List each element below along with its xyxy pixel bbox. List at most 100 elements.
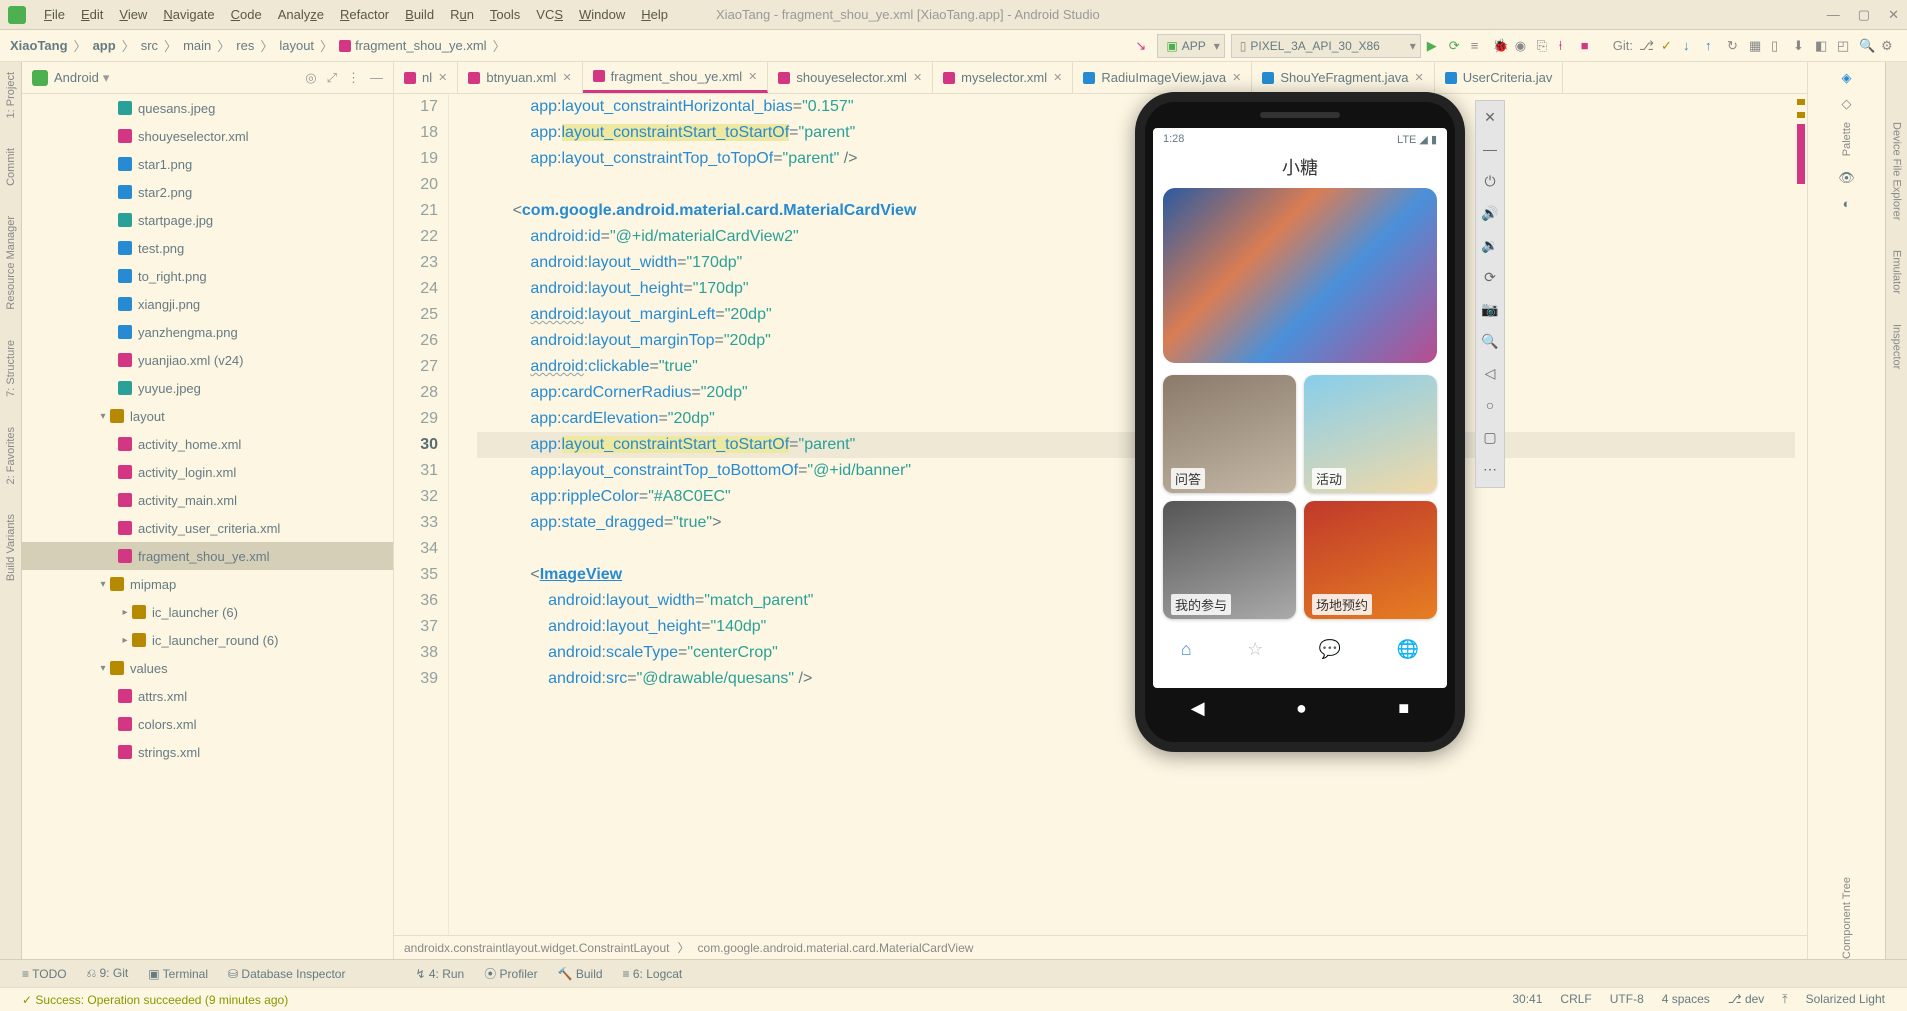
em-tool-7[interactable]: 🔍: [1481, 333, 1499, 351]
vcs-push-icon[interactable]: ↑: [1705, 38, 1721, 54]
em-tool-4[interactable]: 🔉: [1481, 237, 1499, 255]
nav-globe-icon[interactable]: 🌐: [1397, 639, 1419, 660]
editor-tab[interactable]: nl✕: [394, 62, 458, 93]
vtab-structure[interactable]: 7: Structure: [5, 340, 17, 397]
menu-code[interactable]: Code: [223, 7, 270, 22]
bc-src[interactable]: src: [141, 38, 158, 53]
tree-item[interactable]: test.png: [22, 234, 393, 262]
tree-item[interactable]: ▾values: [22, 654, 393, 682]
hide-icon[interactable]: —: [370, 70, 383, 86]
bc-component-0[interactable]: androidx.constraintlayout.widget.Constra…: [404, 941, 670, 955]
close-tab-icon[interactable]: ✕: [562, 71, 571, 84]
git-branch[interactable]: ⎇ dev: [1728, 992, 1765, 1007]
attach2-icon[interactable]: ⍿: [1559, 38, 1575, 54]
close-tab-icon[interactable]: ✕: [1053, 71, 1062, 84]
twisty-icon[interactable]: ▸: [118, 607, 132, 618]
em-tool-5[interactable]: ⟳: [1481, 269, 1499, 287]
tree-item[interactable]: colors.xml: [22, 710, 393, 738]
close-tab-icon[interactable]: ✕: [748, 70, 757, 83]
vtab-project[interactable]: 1: Project: [5, 72, 17, 118]
tree-item[interactable]: activity_main.xml: [22, 486, 393, 514]
em-tool-10[interactable]: ▢: [1481, 429, 1499, 447]
error-stripe[interactable]: [1795, 94, 1807, 935]
tool-logcat[interactable]: ≡ 6: Logcat: [623, 967, 683, 981]
twisty-icon[interactable]: ▸: [118, 635, 132, 646]
em-tool-2[interactable]: ⏻: [1481, 173, 1499, 191]
vcs-branch-icon[interactable]: ⎇: [1639, 38, 1655, 54]
vtab-favorites[interactable]: 2: Favorites: [5, 427, 17, 484]
vtab-build-variants[interactable]: Build Variants: [5, 514, 17, 581]
options-icon[interactable]: ⋮: [347, 70, 360, 86]
indent-info[interactable]: 4 spaces: [1662, 992, 1710, 1007]
editor-tab[interactable]: btnyuan.xml✕: [458, 62, 582, 93]
theme-editor-icon[interactable]: ◰: [1837, 38, 1853, 54]
target-icon[interactable]: ◎: [305, 70, 316, 86]
emulator-screen[interactable]: 1:28 LTE ◢ ▮ 小糖 问答 活动 我的参与 场地预约 ⌂ ☆ 💬 🌐: [1153, 128, 1447, 688]
apply-code-icon[interactable]: ≡: [1471, 38, 1487, 54]
run-config-dropdown[interactable]: ▣APP: [1157, 34, 1224, 58]
nav-chat-icon[interactable]: 💬: [1319, 639, 1341, 660]
em-tool-8[interactable]: ◁: [1481, 365, 1499, 383]
vtab-device-file-explorer[interactable]: Device File Explorer: [1891, 122, 1903, 220]
vcs-history-icon[interactable]: ↻: [1727, 38, 1743, 54]
device-dropdown[interactable]: ▯PIXEL_3A_API_30_X86: [1231, 34, 1421, 58]
tree-item[interactable]: fragment_shou_ye.xml: [22, 542, 393, 570]
close-tab-icon[interactable]: ✕: [913, 71, 922, 84]
nav-star-icon[interactable]: ☆: [1247, 639, 1263, 660]
collapse-icon[interactable]: ⤢: [327, 70, 337, 86]
tree-item[interactable]: activity_user_criteria.xml: [22, 514, 393, 542]
project-view-name[interactable]: Android: [54, 70, 99, 85]
vtab-commit[interactable]: Commit: [5, 148, 17, 186]
twisty-icon[interactable]: ▾: [96, 663, 110, 674]
vtab-resource-manager[interactable]: Resource Manager: [5, 216, 17, 310]
tree-item[interactable]: ▾layout: [22, 402, 393, 430]
line-separator[interactable]: CRLF: [1560, 992, 1591, 1007]
apply-changes-icon[interactable]: ⟳: [1449, 38, 1465, 54]
window-close-icon[interactable]: ✕: [1888, 7, 1899, 23]
nav-back-icon[interactable]: ◀: [1191, 698, 1205, 719]
card-activity[interactable]: 活动: [1304, 375, 1437, 493]
close-tab-icon[interactable]: ✕: [1232, 71, 1241, 84]
editor-tab[interactable]: myselector.xml✕: [933, 62, 1073, 93]
em-tool-6[interactable]: 📷: [1481, 301, 1499, 319]
bc-module[interactable]: app: [93, 38, 116, 53]
vtab-inspector[interactable]: Inspector: [1891, 324, 1903, 369]
editor-tab[interactable]: fragment_shou_ye.xml✕: [583, 62, 769, 93]
menu-vcs[interactable]: VCS: [528, 7, 571, 22]
app-banner-image[interactable]: [1163, 188, 1437, 363]
tree-item[interactable]: yuyue.jpeg: [22, 374, 393, 402]
vtab-emulator[interactable]: Emulator: [1891, 250, 1903, 294]
component-tree-label[interactable]: Component Tree: [1841, 877, 1853, 959]
menu-run[interactable]: Run: [442, 7, 482, 22]
menu-edit[interactable]: Edit: [73, 7, 111, 22]
layout-inspector-icon[interactable]: ▦: [1749, 38, 1765, 54]
eye-icon[interactable]: 👁: [1838, 170, 1855, 186]
close-tab-icon[interactable]: ✕: [438, 71, 447, 84]
run-icon[interactable]: ▶: [1427, 38, 1443, 54]
attach-icon[interactable]: ⎘: [1537, 38, 1553, 54]
search-icon[interactable]: 🔍: [1859, 38, 1875, 54]
nav-home-icon[interactable]: ⌂: [1181, 639, 1192, 660]
sdk-manager-icon[interactable]: ⬇: [1793, 38, 1809, 54]
tree-item[interactable]: shouyeselector.xml: [22, 122, 393, 150]
debug-icon[interactable]: 🐞: [1493, 38, 1509, 54]
menu-refactor[interactable]: Refactor: [332, 7, 397, 22]
tree-item[interactable]: star2.png: [22, 178, 393, 206]
editor-tab[interactable]: UserCriteria.jav: [1435, 62, 1564, 93]
menu-build[interactable]: Build: [397, 7, 442, 22]
em-tool-3[interactable]: 🔊: [1481, 205, 1499, 223]
menu-analyze[interactable]: Analyze: [270, 7, 332, 22]
resource-manager-icon[interactable]: ◧: [1815, 38, 1831, 54]
theme-name[interactable]: Solarized Light: [1806, 992, 1885, 1007]
em-tool-11[interactable]: ⋯: [1481, 461, 1499, 479]
menu-window[interactable]: Window: [571, 7, 633, 22]
twisty-icon[interactable]: ▾: [96, 411, 110, 422]
twisty-icon[interactable]: ▾: [96, 579, 110, 590]
settings-icon[interactable]: ⚙: [1881, 38, 1897, 54]
tree-item[interactable]: strings.xml: [22, 738, 393, 766]
sync-icon[interactable]: ↘: [1135, 38, 1151, 54]
bc-file[interactable]: fragment_shou_ye.xml: [355, 38, 487, 53]
file-encoding[interactable]: UTF-8: [1610, 992, 1644, 1007]
menu-tools[interactable]: Tools: [482, 7, 528, 22]
tree-item[interactable]: ▸ic_launcher_round (6): [22, 626, 393, 654]
